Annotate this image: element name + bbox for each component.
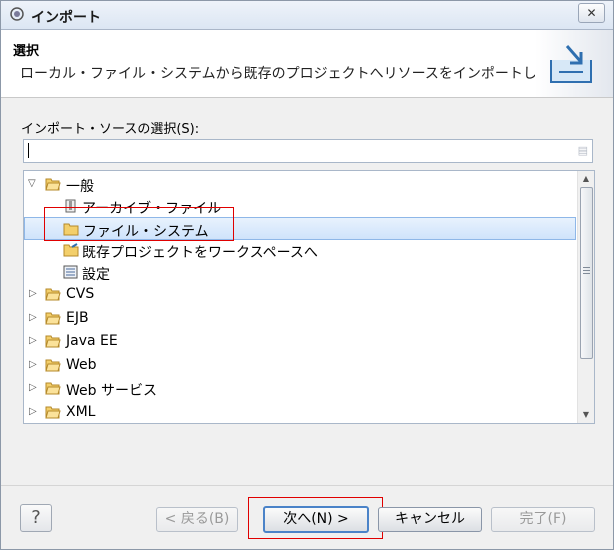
tree-item-xml[interactable]: ▷ XML (24, 401, 576, 423)
wizard-banner (535, 30, 613, 97)
tree-item-label: 一般 (66, 179, 94, 195)
tree-item-label: 既存プロジェクトをワークスペースへ (82, 245, 318, 261)
tree-item-label: Web (66, 357, 97, 373)
folder-open-icon (45, 406, 61, 419)
tree-item-ejb[interactable]: ▷ EJB (24, 307, 576, 330)
tree-item-cvs[interactable]: ▷ CVS (24, 283, 576, 306)
tree-item-web-services[interactable]: ▷ Web サービス (24, 377, 576, 400)
grip-line (583, 270, 590, 271)
folder-open-icon (45, 178, 61, 191)
page-description: ローカル・ファイル・システムから既存のプロジェクトへリソースをインポートします。 (20, 66, 578, 82)
button-bar-separator (1, 485, 613, 486)
tree-item-web[interactable]: ▷ Web (24, 354, 576, 377)
tree-item-label: XML (66, 404, 96, 420)
import-wizard-icon (550, 45, 592, 83)
scroll-up-icon[interactable]: ▲ (578, 171, 594, 187)
collapsed-triangle-icon[interactable]: ▷ (29, 333, 41, 349)
wizard-header: 選択 ローカル・ファイル・システムから既存のプロジェクトへリソースをインポートし… (1, 30, 613, 98)
import-source-label: インポート・ソースの選択(S): (21, 122, 200, 137)
cancel-button[interactable]: キャンセル (378, 507, 482, 532)
clear-filter-icon[interactable]: ▤ (578, 144, 588, 157)
vertical-scrollbar[interactable]: ▲ ▼ (577, 171, 594, 423)
tree-item-label: CVS (66, 286, 95, 302)
folder-open-icon (45, 288, 61, 301)
folder-open-icon (45, 312, 61, 325)
highlight-box-file-system (44, 207, 234, 241)
collapsed-triangle-icon[interactable]: ▷ (29, 380, 41, 396)
preferences-icon (63, 265, 78, 279)
grip-line (583, 273, 590, 274)
tree-item-label: Web サービス (66, 383, 157, 399)
scroll-down-icon[interactable]: ▼ (578, 407, 594, 423)
eclipse-icon (10, 7, 24, 21)
window-title: インポート (31, 10, 101, 26)
collapsed-triangle-icon[interactable]: ▷ (29, 286, 41, 302)
expanded-triangle-icon[interactable]: ▽ (28, 176, 40, 192)
text-caret (28, 143, 29, 158)
grip-line (583, 267, 590, 268)
tree-item-preferences[interactable]: 設定 (24, 261, 576, 284)
close-button[interactable]: ✕ (578, 3, 605, 23)
folder-open-icon (45, 382, 61, 395)
tree-item-label: EJB (66, 310, 89, 326)
finish-button[interactable]: 完了(F) (491, 507, 595, 532)
tree-item-label: 設定 (82, 267, 110, 283)
back-button[interactable]: < 戻る(B) (156, 507, 238, 532)
import-dialog: インポート ✕ 選択 ローカル・ファイル・システムから既存のプロジェクトへリソー… (0, 0, 614, 550)
filter-input[interactable]: ▤ (23, 139, 593, 163)
tree-item-java-ee[interactable]: ▷ Java EE (24, 330, 576, 353)
folder-open-icon (45, 335, 61, 348)
highlight-box-next (248, 497, 383, 539)
tree-item-existing-project[interactable]: 既存プロジェクトをワークスペースへ (24, 239, 576, 262)
tree-item-general[interactable]: ▽ 一般 (24, 173, 576, 196)
collapsed-triangle-icon[interactable]: ▷ (29, 404, 41, 420)
folder-open-icon (45, 359, 61, 372)
project-folder-icon (63, 243, 79, 257)
help-button[interactable]: ? (20, 504, 52, 532)
tree-item-label: Java EE (66, 333, 118, 349)
scrollbar-thumb[interactable] (580, 187, 593, 359)
collapsed-triangle-icon[interactable]: ▷ (29, 310, 41, 326)
page-title: 選択 (13, 44, 40, 59)
collapsed-triangle-icon[interactable]: ▷ (29, 357, 41, 373)
title-bar: インポート ✕ (1, 1, 613, 30)
